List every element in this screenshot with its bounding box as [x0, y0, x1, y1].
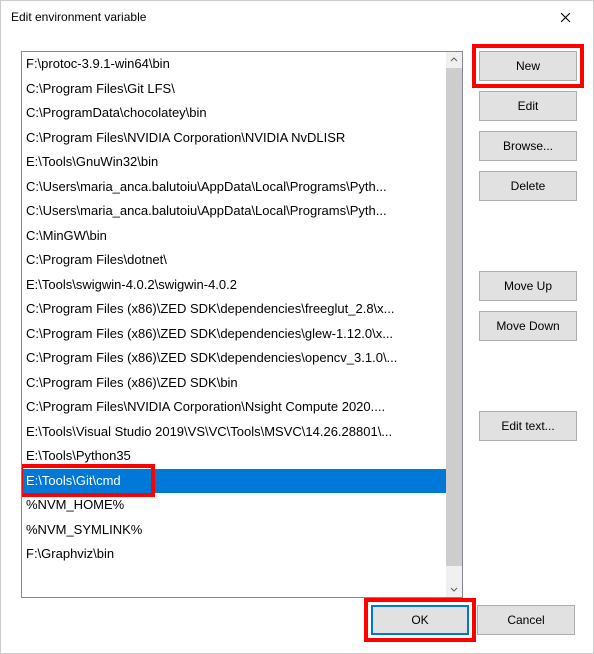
cancel-button[interactable]: Cancel: [477, 605, 575, 635]
dialog-content: F:\protoc-3.9.1-win64\binC:\Program File…: [1, 33, 593, 69]
list-item[interactable]: E:\Tools\GnuWin32\bin: [22, 150, 446, 175]
list-inner: F:\protoc-3.9.1-win64\binC:\Program File…: [22, 52, 446, 597]
list-item[interactable]: C:\Program Files\NVIDIA Corporation\NVID…: [22, 126, 446, 151]
list-item[interactable]: C:\Program Files (x86)\ZED SDK\dependenc…: [22, 297, 446, 322]
list-item[interactable]: %NVM_HOME%: [22, 493, 446, 518]
side-buttons: New Edit Browse... Delete Move Up Move D…: [479, 51, 577, 451]
list-item[interactable]: C:\Program Files\dotnet\: [22, 248, 446, 273]
dialog-bottom-buttons: OK Cancel: [1, 605, 593, 635]
list-item[interactable]: E:\Tools\Git\cmd: [22, 469, 446, 494]
close-icon: [560, 12, 571, 23]
list-item[interactable]: C:\Program Files (x86)\ZED SDK\dependenc…: [22, 346, 446, 371]
scroll-track[interactable]: [446, 68, 462, 581]
edit-text-button[interactable]: Edit text...: [479, 411, 577, 441]
list-item[interactable]: E:\Tools\Python35: [22, 444, 446, 469]
list-item[interactable]: F:\Graphviz\bin: [22, 542, 446, 567]
path-listbox[interactable]: F:\protoc-3.9.1-win64\binC:\Program File…: [21, 51, 463, 598]
list-item[interactable]: C:\Users\maria_anca.balutoiu\AppData\Loc…: [22, 175, 446, 200]
list-item[interactable]: C:\Program Files\NVIDIA Corporation\Nsig…: [22, 395, 446, 420]
close-button[interactable]: [543, 2, 587, 32]
window-title: Edit environment variable: [11, 10, 146, 24]
delete-button[interactable]: Delete: [479, 171, 577, 201]
list-item[interactable]: C:\Program Files\Git LFS\: [22, 77, 446, 102]
scroll-down-button[interactable]: [446, 581, 462, 597]
list-item[interactable]: F:\protoc-3.9.1-win64\bin: [22, 52, 446, 77]
titlebar: Edit environment variable: [1, 1, 593, 33]
new-button[interactable]: New: [479, 51, 577, 81]
scrollbar[interactable]: [446, 52, 462, 597]
scroll-thumb[interactable]: [446, 68, 462, 566]
chevron-up-icon: [450, 56, 458, 64]
list-item[interactable]: C:\Program Files (x86)\ZED SDK\bin: [22, 371, 446, 396]
list-item[interactable]: C:\ProgramData\chocolatey\bin: [22, 101, 446, 126]
list-item[interactable]: %NVM_SYMLINK%: [22, 518, 446, 543]
list-item[interactable]: C:\MinGW\bin: [22, 224, 446, 249]
move-up-button[interactable]: Move Up: [479, 271, 577, 301]
chevron-down-icon: [450, 585, 458, 593]
browse-button[interactable]: Browse...: [479, 131, 577, 161]
list-item[interactable]: E:\Tools\Visual Studio 2019\VS\VC\Tools\…: [22, 420, 446, 445]
list-item[interactable]: C:\Program Files (x86)\ZED SDK\dependenc…: [22, 322, 446, 347]
move-down-button[interactable]: Move Down: [479, 311, 577, 341]
scroll-up-button[interactable]: [446, 52, 462, 68]
list-item[interactable]: E:\Tools\swigwin-4.0.2\swigwin-4.0.2: [22, 273, 446, 298]
edit-button[interactable]: Edit: [479, 91, 577, 121]
ok-button[interactable]: OK: [371, 605, 469, 635]
list-item[interactable]: C:\Users\maria_anca.balutoiu\AppData\Loc…: [22, 199, 446, 224]
